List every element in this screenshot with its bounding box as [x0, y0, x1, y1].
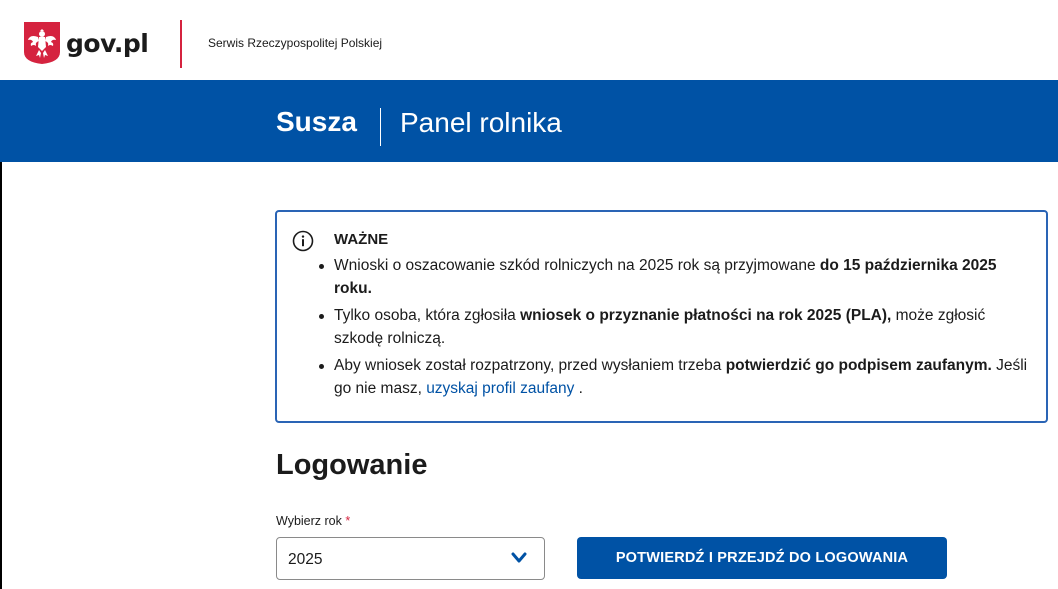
notice-item: Aby wniosek został rozpatrzony, przed wy…: [316, 354, 1036, 400]
app-title: Susza: [276, 106, 357, 137]
banner-separator: [380, 108, 381, 146]
app-subtitle: Panel rolnika: [400, 107, 562, 138]
gov-pl-logo-link[interactable]: gov.pl: [24, 22, 149, 64]
chevron-down-icon: [511, 552, 527, 563]
notice-item: Wnioski o oszacowanie szkód rolniczych n…: [316, 254, 1036, 300]
service-name: Serwis Rzeczypospolitej Polskiej: [208, 36, 383, 50]
year-select[interactable]: 2025: [276, 537, 545, 580]
notice-heading: WAŻNE: [334, 231, 389, 248]
info-icon: [292, 230, 314, 252]
top-bar: gov.pl Serwis Rzeczypospolitej Polskiej: [0, 0, 1058, 80]
polish-eagle-emblem-icon: [24, 22, 60, 64]
required-mark: *: [345, 514, 351, 528]
year-select-label: Wybierz rok *: [276, 514, 351, 528]
login-heading: Logowanie: [276, 449, 428, 481]
trusted-profile-link[interactable]: uzyskaj profil zaufany: [426, 380, 574, 397]
year-select-value: 2025: [288, 551, 323, 568]
logo-divider: [180, 20, 182, 68]
notice-list: Wnioski o oszacowanie szkód rolniczych n…: [316, 254, 1036, 404]
logo-text: gov.pl: [66, 28, 149, 58]
notice-item: Tylko osoba, która zgłosiła wniosek o pr…: [316, 304, 1036, 350]
confirm-and-login-button[interactable]: POTWIERDŹ I PRZEJDŹ DO LOGOWANIA: [577, 537, 947, 579]
